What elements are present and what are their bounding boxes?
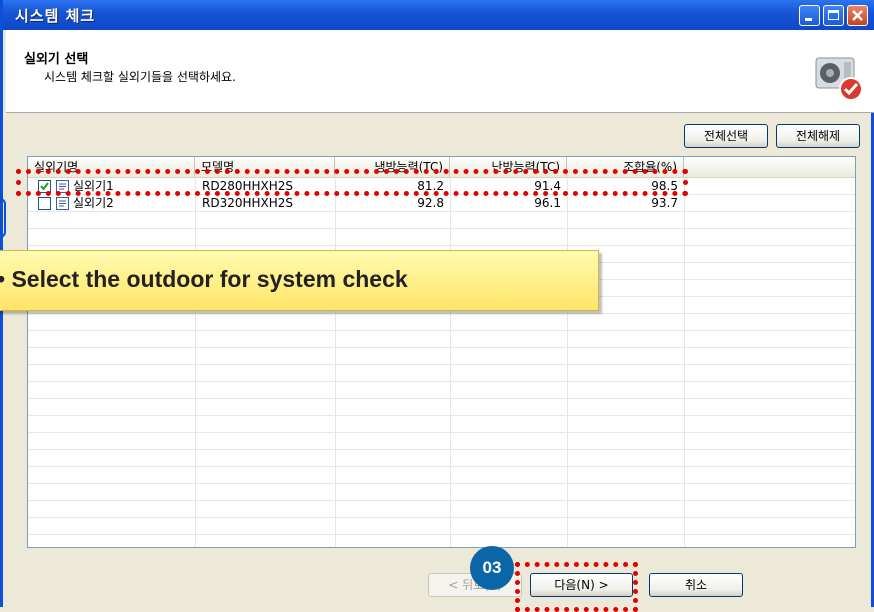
row-divider (28, 313, 855, 314)
row-divider (28, 415, 855, 416)
row-divider (28, 398, 855, 399)
row-divider (28, 500, 855, 501)
header-title: 실외기 선택 (24, 52, 89, 67)
instruction-callout: • Select the outdoor for system check (0, 250, 599, 311)
next-button-highlight-box (515, 562, 638, 612)
row-divider (28, 347, 855, 348)
cancel-button[interactable]: 취소 (649, 573, 743, 597)
window-title: 시스템 체크 (15, 7, 96, 25)
minimize-button[interactable] (799, 5, 820, 26)
select-all-button[interactable]: 전체선택 (684, 124, 768, 148)
unit-icon (56, 197, 69, 210)
outdoor-unit-icon (815, 57, 863, 101)
row-divider (28, 381, 855, 382)
row-divider (28, 466, 855, 467)
column-divider (567, 177, 568, 547)
outdoor-unit-list[interactable]: 실외기명 모델명 냉방능력(TC) 난방능력(TC) 조합율(%) 실외기1 R… (27, 156, 856, 548)
unit-name: 실외기2 (73, 196, 114, 210)
row-divider (28, 432, 855, 433)
cooling-capacity: 92.8 (417, 196, 444, 210)
row-divider (28, 228, 855, 229)
title-bar[interactable]: 시스템 체크 (3, 0, 874, 30)
column-divider (684, 177, 685, 547)
combination-ratio: 93.7 (651, 196, 678, 210)
close-button[interactable] (847, 5, 868, 26)
row-divider (28, 245, 855, 246)
table-row[interactable]: 실외기2 RD320HHXH2S 92.8 96.1 93.7 (28, 195, 855, 212)
column-divider (335, 177, 336, 547)
row-checkbox[interactable] (38, 197, 51, 210)
model-name: RD320HHXH2S (202, 196, 294, 210)
step-badge: 03 (470, 546, 514, 590)
header-subtitle: 시스템 체크할 실외기들을 선택하세요. (44, 70, 236, 84)
row-divider (28, 483, 855, 484)
row-divider (28, 534, 855, 535)
column-divider (195, 177, 196, 547)
row-divider (28, 330, 855, 331)
heating-capacity: 96.1 (534, 196, 561, 210)
wizard-header: 실외기 선택 시스템 체크할 실외기들을 선택하세요. (6, 30, 874, 113)
row-divider (28, 517, 855, 518)
maximize-button[interactable] (823, 5, 844, 26)
maximize-icon (828, 10, 839, 20)
column-divider (450, 177, 451, 547)
deselect-all-button[interactable]: 전체해제 (776, 124, 860, 148)
row-divider (28, 449, 855, 450)
callout-text: • Select the outdoor for system check (0, 266, 408, 292)
row-highlight-box (16, 169, 688, 196)
callout-connector (0, 198, 6, 238)
minimize-icon (805, 18, 812, 21)
close-icon (852, 10, 863, 21)
row-divider (28, 364, 855, 365)
